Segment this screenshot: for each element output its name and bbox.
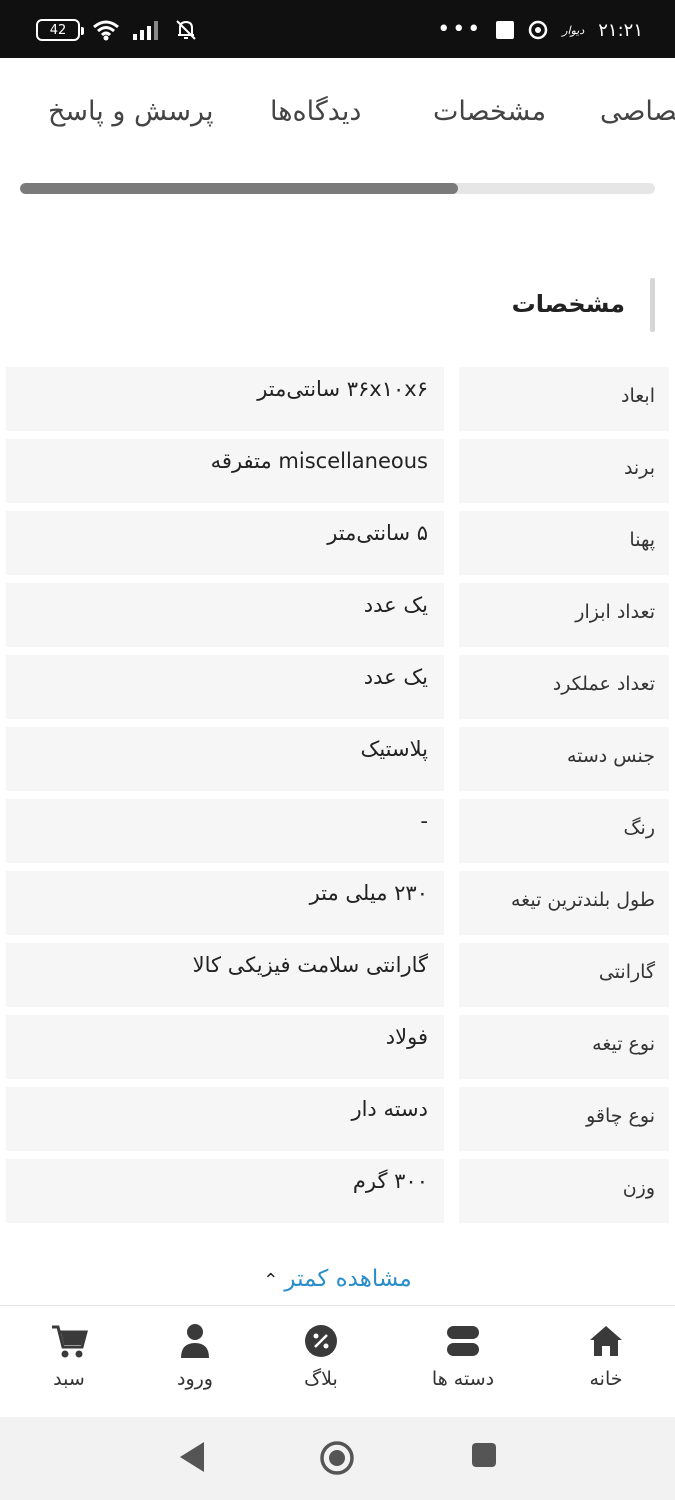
- battery-level: 42: [49, 22, 67, 38]
- spec-row: رنگ -: [6, 799, 669, 863]
- product-tabs: پرسش و پاسخ دیدگاه‌ها مشخصات مشخصات اختص…: [0, 96, 675, 156]
- spec-key: تعداد ابزار: [459, 583, 669, 647]
- spec-key: ابعاد: [459, 367, 669, 431]
- cart-icon: [52, 1325, 88, 1358]
- more-notifications-icon: •••: [437, 17, 483, 42]
- spec-key: نوع چاقو: [459, 1087, 669, 1151]
- spec-value: گارانتی سلامت فیزیکی کالا: [6, 943, 444, 1007]
- tabs-scroll-progress: [20, 183, 655, 194]
- show-less-label: مشاهده کمتر: [284, 1266, 412, 1292]
- spec-value: ۲۳۰ میلی متر: [6, 871, 444, 935]
- spec-key: جنس دسته: [459, 727, 669, 791]
- tab-special-specs[interactable]: مشخصات اختصاصی: [600, 96, 675, 127]
- nav-login[interactable]: ورود: [140, 1320, 250, 1390]
- spec-row: نوع چاقو دسته دار: [6, 1087, 669, 1151]
- user-icon: [181, 1324, 209, 1358]
- nav-home-label: خانه: [589, 1368, 623, 1390]
- spec-key: وزن: [459, 1159, 669, 1223]
- spec-row: جنس دسته پلاستیک: [6, 727, 669, 791]
- spec-key: نوع تیغه: [459, 1015, 669, 1079]
- spec-key: تعداد عملکرد: [459, 655, 669, 719]
- spec-row: نوع تیغه فولاد: [6, 1015, 669, 1079]
- signal-icon: [133, 21, 158, 40]
- spec-row: گارانتی گارانتی سلامت فیزیکی کالا: [6, 943, 669, 1007]
- spec-value: یک عدد: [6, 583, 444, 647]
- nav-blog-label: بلاگ: [304, 1368, 338, 1390]
- spec-row: تعداد ابزار یک عدد: [6, 583, 669, 647]
- nav-cart-label: سبد: [53, 1368, 85, 1390]
- spec-row: ابعاد ۳۶x۱۰x۶ سانتی‌متر: [6, 367, 669, 431]
- spec-value: فولاد: [6, 1015, 444, 1079]
- app-notification-icon: [528, 20, 548, 40]
- show-less-link[interactable]: مشاهده کمتر⌃: [0, 1266, 675, 1292]
- spec-key: رنگ: [459, 799, 669, 863]
- spec-key: پهنا: [459, 511, 669, 575]
- spec-key: گارانتی: [459, 943, 669, 1007]
- tab-reviews[interactable]: دیدگاه‌ها: [270, 96, 361, 127]
- battery-icon: 42: [36, 19, 84, 41]
- recents-icon[interactable]: [470, 1440, 498, 1470]
- blog-percent-icon: [305, 1325, 337, 1357]
- spec-row: وزن ۳۰۰ گرم: [6, 1159, 669, 1223]
- section-accent-bar: [650, 278, 655, 332]
- categories-icon: [447, 1326, 479, 1356]
- nav-home[interactable]: خانه: [551, 1320, 661, 1390]
- status-bar: 42 ••• دیوار ۲۱:۲۱: [0, 0, 675, 58]
- spec-value: ۳۶x۱۰x۶ سانتی‌متر: [6, 367, 444, 431]
- status-icons-left: 42: [36, 16, 198, 44]
- tabs-scroll-progress-fill: [20, 183, 459, 194]
- spec-key: برند: [459, 439, 669, 503]
- status-time: ۲۱:۲۱: [598, 19, 643, 41]
- nav-categories[interactable]: دسته ها: [408, 1320, 518, 1390]
- tab-questions[interactable]: پرسش و پاسخ: [48, 96, 213, 127]
- home-button-icon[interactable]: [319, 1440, 355, 1476]
- tab-specifications[interactable]: مشخصات: [433, 96, 546, 127]
- chevron-up-icon: ⌃: [263, 1270, 279, 1291]
- spec-value: miscellaneous متفرقه: [6, 439, 444, 503]
- spec-value: دسته دار: [6, 1087, 444, 1151]
- spec-value: ۵ سانتی‌متر: [6, 511, 444, 575]
- bottom-navigation: خانه دسته ها بلاگ ورود سبد: [0, 1305, 675, 1417]
- back-icon[interactable]: [178, 1440, 206, 1474]
- spec-value: ۳۰۰ گرم: [6, 1159, 444, 1223]
- nav-login-label: ورود: [177, 1368, 213, 1390]
- spec-row: پهنا ۵ سانتی‌متر: [6, 511, 669, 575]
- wifi-icon: [93, 20, 119, 41]
- spec-key: طول بلندترین تیغه: [459, 871, 669, 935]
- status-icons-right: ••• دیوار ۲۱:۲۱: [437, 16, 643, 44]
- spec-value: پلاستیک: [6, 727, 444, 791]
- spec-value: یک عدد: [6, 655, 444, 719]
- specs-table: ابعاد ۳۶x۱۰x۶ سانتی‌متر برند miscellaneous…: [6, 367, 669, 1231]
- bell-muted-icon: [176, 20, 196, 40]
- nav-blog[interactable]: بلاگ: [266, 1320, 376, 1390]
- home-icon: [590, 1326, 622, 1356]
- spec-value: -: [6, 799, 444, 863]
- system-navigation-bar: [0, 1417, 675, 1500]
- spec-row: طول بلندترین تیغه ۲۳۰ میلی متر: [6, 871, 669, 935]
- notification-square-icon: [496, 21, 515, 39]
- spec-row: تعداد عملکرد یک عدد: [6, 655, 669, 719]
- spec-row: برند miscellaneous متفرقه: [6, 439, 669, 503]
- nav-cart[interactable]: سبد: [14, 1320, 124, 1390]
- section-title: مشخصات: [511, 290, 625, 318]
- status-app-label: دیوار: [562, 23, 585, 37]
- nav-categories-label: دسته ها: [431, 1368, 495, 1390]
